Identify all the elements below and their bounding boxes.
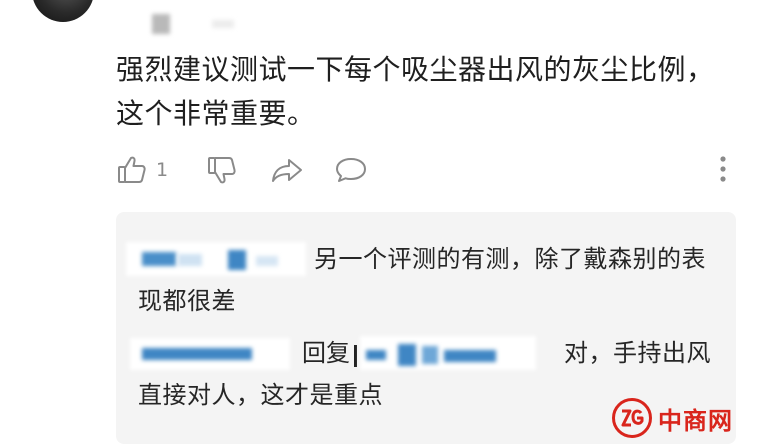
comment-actions: 1 <box>116 152 728 188</box>
share-arrow-icon <box>270 154 304 186</box>
like-count: 1 <box>156 159 169 181</box>
thumbs-up-icon <box>116 154 148 186</box>
dislike-button[interactable] <box>206 152 238 188</box>
redacted-username <box>152 14 170 34</box>
share-button[interactable] <box>270 152 304 188</box>
watermark-text: 中商网 <box>658 406 733 435</box>
speech-bubble-icon <box>334 154 368 186</box>
more-vertical-icon <box>718 156 728 188</box>
thumbs-down-icon <box>206 154 238 186</box>
redacted-username <box>212 20 234 28</box>
more-options-button[interactable] <box>718 154 728 188</box>
reply-button[interactable] <box>334 152 368 188</box>
reply-text: 另一个评测的有测，除了戴森别的表现都很差 <box>138 245 706 315</box>
comment-text: 强烈建议测试一下每个吸尘器出风的灰尘比例，这个非常重要。 <box>116 53 715 130</box>
like-button[interactable]: 1 <box>116 152 168 188</box>
avatar[interactable] <box>32 0 94 22</box>
watermark: 中商网 <box>612 394 759 442</box>
watermark-logo-icon <box>612 398 652 438</box>
